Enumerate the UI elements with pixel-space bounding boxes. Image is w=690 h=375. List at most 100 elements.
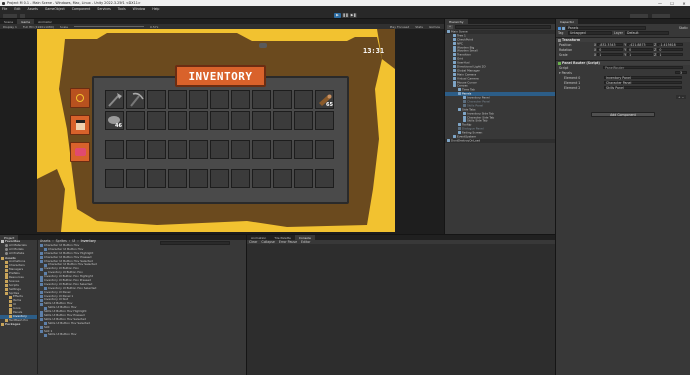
folder-item[interactable]: Packages bbox=[0, 322, 37, 327]
inventory-slot[interactable] bbox=[189, 140, 208, 159]
menu-assets[interactable]: Assets bbox=[28, 7, 38, 11]
maximize-button[interactable]: ☐ bbox=[666, 1, 678, 6]
element-object-field[interactable]: Inventory Panel bbox=[604, 75, 682, 80]
menu-component[interactable]: Component bbox=[72, 7, 91, 11]
collapse-button[interactable]: Collapse bbox=[261, 240, 275, 244]
step-button[interactable]: ▶❚ bbox=[350, 13, 357, 18]
rotation-y-input[interactable]: 0 bbox=[627, 47, 654, 52]
editor-dropdown[interactable]: Editor bbox=[301, 240, 310, 244]
hierarchy-add-button[interactable]: + bbox=[447, 24, 453, 29]
close-button[interactable]: ✕ bbox=[678, 1, 690, 6]
character-side-tab[interactable] bbox=[70, 115, 90, 135]
pause-button[interactable]: ❚❚ bbox=[342, 13, 349, 18]
error-pause-button[interactable]: Error Pause bbox=[279, 240, 297, 244]
inventory-slot[interactable] bbox=[147, 169, 166, 188]
inventory-slot[interactable] bbox=[105, 140, 124, 159]
inventory-slot[interactable] bbox=[147, 140, 166, 159]
inventory-slot[interactable] bbox=[168, 111, 187, 130]
inventory-slot[interactable] bbox=[231, 90, 250, 109]
inventory-slot[interactable] bbox=[210, 111, 229, 130]
inventory-slot[interactable] bbox=[168, 169, 187, 188]
breadcrumb-item[interactable]: Inventory bbox=[81, 239, 96, 243]
hierarchy-item-scene[interactable]: DontDestroyOnLoad bbox=[445, 138, 555, 143]
gizmos-toggle[interactable]: Gizmos bbox=[429, 25, 440, 29]
inventory-slot[interactable] bbox=[105, 90, 124, 109]
skills-side-tab[interactable] bbox=[70, 142, 90, 162]
add-component-button[interactable]: Add Component bbox=[591, 112, 655, 117]
list-add-remove-buttons[interactable]: + − bbox=[676, 95, 686, 99]
static-toggle[interactable]: Static bbox=[679, 26, 688, 30]
inventory-slot[interactable] bbox=[252, 169, 271, 188]
position-x-input[interactable]: -832.3343 bbox=[597, 42, 624, 47]
inventory-slot[interactable] bbox=[231, 169, 250, 188]
inventory-slot[interactable] bbox=[294, 111, 313, 130]
scale-y-input[interactable]: 1 bbox=[627, 52, 654, 57]
play-focused-dropdown[interactable]: Play Focused bbox=[390, 25, 410, 29]
inventory-slot[interactable] bbox=[273, 111, 292, 130]
panel-divider[interactable] bbox=[246, 235, 247, 375]
menu-tools[interactable]: Tools bbox=[118, 7, 126, 11]
panel-divider[interactable] bbox=[0, 234, 555, 235]
stats-toggle[interactable]: Stats bbox=[415, 25, 423, 29]
panel-divider[interactable] bbox=[444, 19, 445, 235]
panels-count-field[interactable]: 3 bbox=[675, 70, 687, 75]
object-name-field[interactable]: Panels bbox=[566, 26, 646, 30]
position-y-input[interactable]: -421.8873 bbox=[627, 42, 654, 47]
element-object-field[interactable]: Character Panel bbox=[604, 80, 682, 85]
menu-edit[interactable]: Edit bbox=[14, 7, 20, 11]
inventory-slot[interactable] bbox=[126, 111, 145, 130]
layers-dropdown[interactable] bbox=[630, 13, 648, 18]
inventory-slot-stone[interactable]: 46 bbox=[105, 111, 124, 130]
inventory-slot[interactable] bbox=[231, 140, 250, 159]
script-field[interactable]: PanelRouter bbox=[603, 65, 683, 70]
inventory-slot[interactable] bbox=[273, 169, 292, 188]
scale-slider[interactable] bbox=[74, 26, 144, 27]
inventory-slot[interactable] bbox=[231, 111, 250, 130]
inventory-slot[interactable] bbox=[126, 169, 145, 188]
menu-gameobject[interactable]: GameObject bbox=[45, 7, 65, 11]
scale-x-input[interactable]: 1 bbox=[597, 52, 624, 57]
inventory-slot[interactable] bbox=[189, 90, 208, 109]
folder-item[interactable]: All Prefabs bbox=[0, 251, 37, 256]
inventory-slot[interactable] bbox=[147, 111, 166, 130]
inventory-slot[interactable] bbox=[294, 169, 313, 188]
minimize-button[interactable]: — bbox=[654, 1, 666, 6]
cloud-icon[interactable] bbox=[20, 13, 25, 18]
inventory-slot[interactable] bbox=[315, 111, 334, 130]
menu-window[interactable]: Window bbox=[133, 7, 146, 11]
inventory-side-tab[interactable] bbox=[70, 88, 90, 108]
layout-dropdown[interactable] bbox=[652, 13, 670, 18]
game-canvas[interactable]: 13:31 INVENTORY 65 46 bbox=[37, 29, 395, 232]
inventory-slot[interactable] bbox=[273, 140, 292, 159]
inventory-slot[interactable] bbox=[147, 90, 166, 109]
inventory-slot[interactable] bbox=[126, 140, 145, 159]
inventory-slot[interactable] bbox=[210, 140, 229, 159]
inventory-slot[interactable] bbox=[252, 90, 271, 109]
asset-item[interactable]: Skills UI Button Hov bbox=[40, 333, 240, 337]
inventory-slot[interactable] bbox=[252, 111, 271, 130]
menu-services[interactable]: Services bbox=[97, 7, 110, 11]
account-dropdown[interactable] bbox=[3, 13, 17, 18]
position-z-input[interactable]: -1.415618 bbox=[657, 42, 684, 47]
tab-inspector[interactable]: Inspector bbox=[556, 19, 578, 24]
clear-button[interactable]: Clear bbox=[249, 240, 257, 244]
inventory-slot[interactable] bbox=[315, 140, 334, 159]
checkbox-active[interactable] bbox=[558, 26, 561, 30]
inventory-slot[interactable] bbox=[252, 140, 271, 159]
inventory-slot[interactable] bbox=[168, 90, 187, 109]
inventory-slot[interactable] bbox=[189, 169, 208, 188]
menu-help[interactable]: Help bbox=[152, 7, 159, 11]
hierarchy-search-input[interactable] bbox=[455, 25, 551, 29]
rotation-z-input[interactable]: 0 bbox=[657, 47, 684, 52]
layer-dropdown[interactable]: Default bbox=[625, 31, 669, 35]
inventory-slot[interactable] bbox=[105, 169, 124, 188]
scale-z-input[interactable]: 1 bbox=[657, 52, 684, 57]
inventory-slot[interactable] bbox=[210, 169, 229, 188]
inventory-slot[interactable] bbox=[294, 90, 313, 109]
element-object-field[interactable]: Skills Panel bbox=[604, 85, 682, 90]
menu-file[interactable]: File bbox=[2, 7, 7, 11]
inventory-slot[interactable] bbox=[126, 90, 145, 109]
play-button[interactable]: ▶ bbox=[334, 13, 341, 18]
aspect-dropdown[interactable]: Full HD (1920x1080) bbox=[23, 25, 54, 29]
tag-dropdown[interactable]: Untagged bbox=[568, 31, 612, 35]
